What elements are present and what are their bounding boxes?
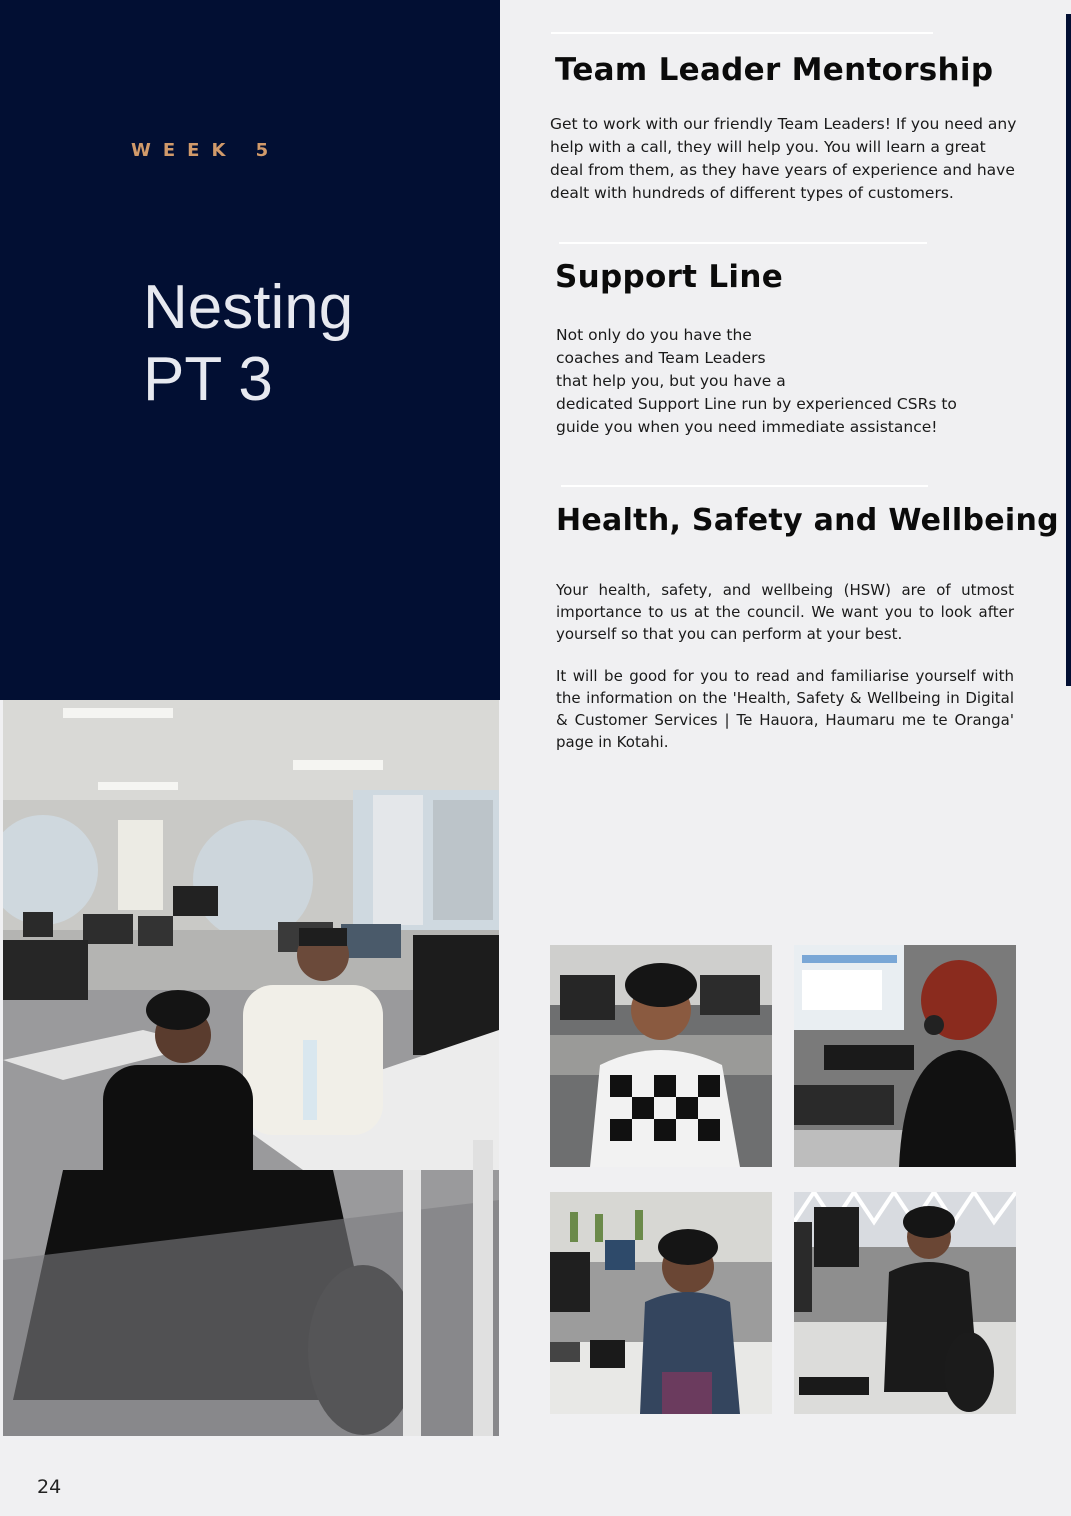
team-member-photo xyxy=(550,945,772,1167)
section-heading-support: Support Line xyxy=(555,259,784,295)
section-body-hsw-2: It will be good for you to read and fami… xyxy=(556,667,1014,751)
section-body-hsw-1: Your health, safety, and wellbeing (HSW)… xyxy=(556,581,1014,643)
section-body-mentorship: Get to work with our friendly Team Leade… xyxy=(550,113,1016,205)
body-line: coaches and Team Leaders xyxy=(556,349,766,367)
team-member-photo xyxy=(794,945,1016,1167)
body-line: Get to work with our friendly Team Leade… xyxy=(550,115,1017,133)
hero-panel: WEEK 5 Nesting PT 3 xyxy=(0,0,500,700)
week-label: WEEK 5 xyxy=(131,140,281,161)
section-heading-mentorship: Team Leader Mentorship xyxy=(555,52,994,88)
body-line: guide you when you need immediate assist… xyxy=(556,418,938,436)
section-heading-hsw: Health, Safety and Wellbeing xyxy=(556,503,1059,538)
section-divider xyxy=(561,485,928,487)
body-line: deal from them, as they have years of ex… xyxy=(550,161,1015,179)
body-line: dedicated Support Line run by experience… xyxy=(556,395,957,413)
team-member-photo xyxy=(550,1192,772,1414)
body-line: that help you, but you have a xyxy=(556,372,786,390)
title-line-1: Nesting xyxy=(143,273,354,342)
edge-accent-bar xyxy=(1066,14,1071,686)
section-divider xyxy=(559,242,927,244)
title-line-2: PT 3 xyxy=(143,345,273,414)
page-number: 24 xyxy=(37,1476,62,1498)
body-line: help with a call, they will help you. Yo… xyxy=(550,138,986,156)
body-line: dealt with hundreds of different types o… xyxy=(550,184,954,202)
section-body-support: Not only do you have the coaches and Tea… xyxy=(556,324,957,439)
team-member-photo xyxy=(794,1192,1016,1414)
section-divider xyxy=(551,32,933,34)
page-title: Nesting PT 3 xyxy=(143,272,353,416)
office-team-photo xyxy=(3,700,499,1436)
body-line: Not only do you have the xyxy=(556,326,752,344)
